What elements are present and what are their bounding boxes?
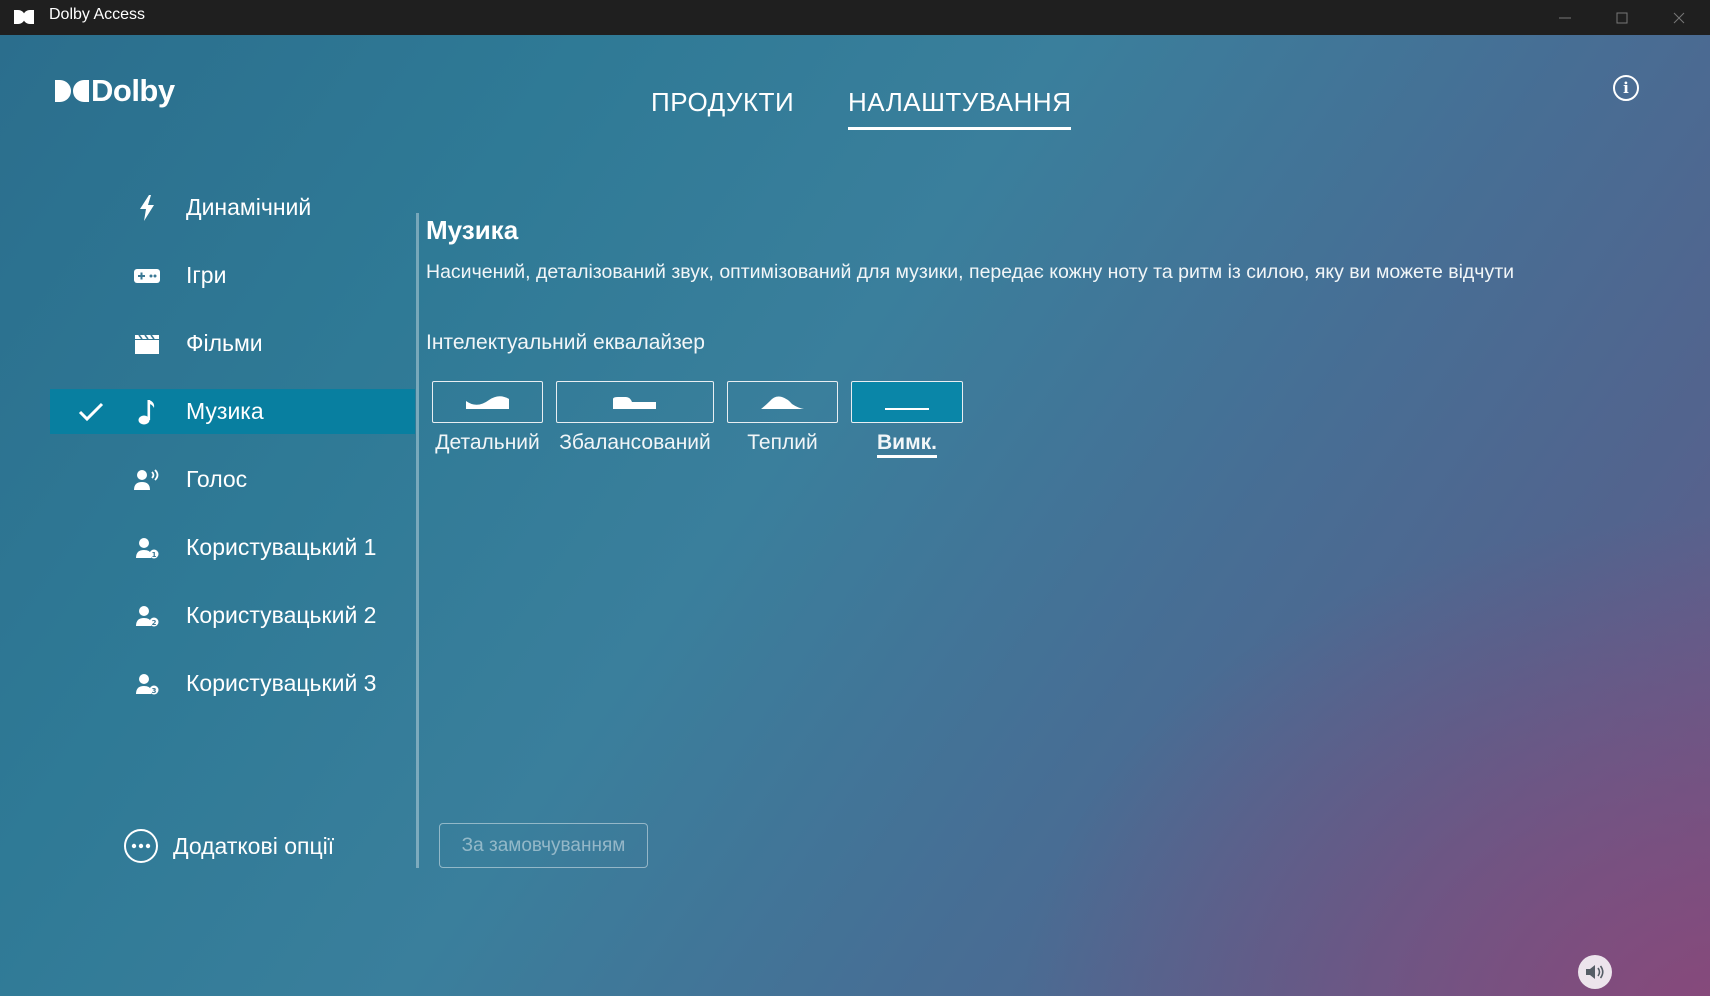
- eq-option-detailed[interactable]: Детальний: [432, 381, 543, 455]
- maximize-icon: [1616, 12, 1628, 23]
- main-area: Dolby ПРОДУКТИ НАЛАШТУВАННЯ i Динамічний: [0, 35, 1710, 996]
- sidebar-item-custom-3[interactable]: 3 Користувацький 3: [50, 661, 415, 706]
- info-icon[interactable]: i: [1613, 75, 1639, 101]
- volume-icon[interactable]: [1578, 955, 1612, 989]
- minimize-button[interactable]: [1537, 0, 1593, 35]
- more-options-label: Додаткові опції: [173, 832, 335, 859]
- close-button[interactable]: [1651, 0, 1707, 35]
- reset-to-default-button[interactable]: За замовчуванням: [439, 823, 648, 868]
- svg-text:3: 3: [152, 687, 157, 695]
- sidebar-item-label: Музика: [186, 398, 264, 424]
- eq-option-label-text: Вимк.: [877, 431, 937, 458]
- user-custom-2-icon: 2: [134, 603, 160, 629]
- sidebar-item-label: Користувацький 1: [186, 534, 377, 560]
- eq-warm-icon: [727, 381, 838, 423]
- svg-text:1: 1: [152, 551, 157, 559]
- sidebar-item-label: Користувацький 3: [186, 670, 377, 696]
- sidebar-item-movies[interactable]: Фільми: [50, 321, 415, 366]
- eq-detailed-icon: [432, 381, 543, 423]
- eq-option-balanced[interactable]: Збалансований: [556, 381, 714, 455]
- eq-off-icon: [851, 381, 963, 423]
- sidebar-item-label: Фільми: [186, 330, 263, 356]
- voice-icon: [134, 467, 160, 493]
- eq-option-label: Збалансований: [559, 431, 711, 454]
- svg-text:2: 2: [152, 619, 157, 627]
- sidebar-item-label: Користувацький 2: [186, 602, 377, 628]
- profile-description: Насичений, деталізований звук, оптимізов…: [426, 261, 1515, 283]
- app-window: Dolby Access Dolby ПРОДУКТИ НАЛАШТУВАННЯ…: [0, 0, 1710, 996]
- eq-option-label: Детальний: [435, 431, 540, 454]
- sidebar-item-label: Голос: [186, 466, 248, 492]
- eq-balanced-icon: [556, 381, 714, 423]
- tab-products[interactable]: ПРОДУКТИ: [651, 87, 794, 118]
- maximize-button[interactable]: [1594, 0, 1650, 35]
- title-bar: Dolby Access: [0, 0, 1710, 35]
- sidebar-item-music[interactable]: Музика: [50, 389, 415, 434]
- user-custom-3-icon: 3: [134, 671, 160, 697]
- top-navigation: ПРОДУКТИ НАЛАШТУВАННЯ: [0, 73, 1710, 130]
- more-options-button[interactable]: Додаткові опції: [124, 827, 334, 865]
- clapperboard-icon: [134, 331, 160, 357]
- user-custom-1-icon: 1: [134, 535, 160, 561]
- gamepad-icon: [134, 263, 160, 289]
- page-title: Музика: [426, 215, 519, 245]
- sidebar-divider: [416, 213, 419, 868]
- more-dots-icon: [124, 829, 158, 863]
- sidebar-item-games[interactable]: Ігри: [50, 253, 415, 298]
- window-title: Dolby Access: [49, 6, 146, 23]
- close-icon: [1673, 12, 1685, 23]
- checkmark-icon: [78, 402, 104, 422]
- minimize-icon: [1559, 17, 1571, 18]
- eq-option-warm[interactable]: Теплий: [727, 381, 838, 455]
- sidebar-item-label: Динамічний: [186, 194, 312, 220]
- music-note-icon: [134, 399, 160, 425]
- eq-option-off[interactable]: Вимк.: [851, 381, 963, 458]
- equalizer-heading: Інтелектуальний еквалайзер: [426, 331, 705, 354]
- sidebar-item-voice[interactable]: Голос: [50, 457, 415, 502]
- sidebar-item-label: Ігри: [186, 262, 227, 288]
- eq-option-label: Вимк.: [851, 431, 963, 458]
- tab-settings[interactable]: НАЛАШТУВАННЯ: [848, 87, 1072, 130]
- dolby-app-icon: [14, 10, 34, 24]
- lightning-icon: [134, 195, 160, 221]
- eq-option-label: Теплий: [747, 431, 818, 454]
- sidebar-item-custom-1[interactable]: 1 Користувацький 1: [50, 525, 415, 570]
- sidebar-item-custom-2[interactable]: 2 Користувацький 2: [50, 593, 415, 638]
- sidebar-item-dynamic[interactable]: Динамічний: [50, 185, 415, 230]
